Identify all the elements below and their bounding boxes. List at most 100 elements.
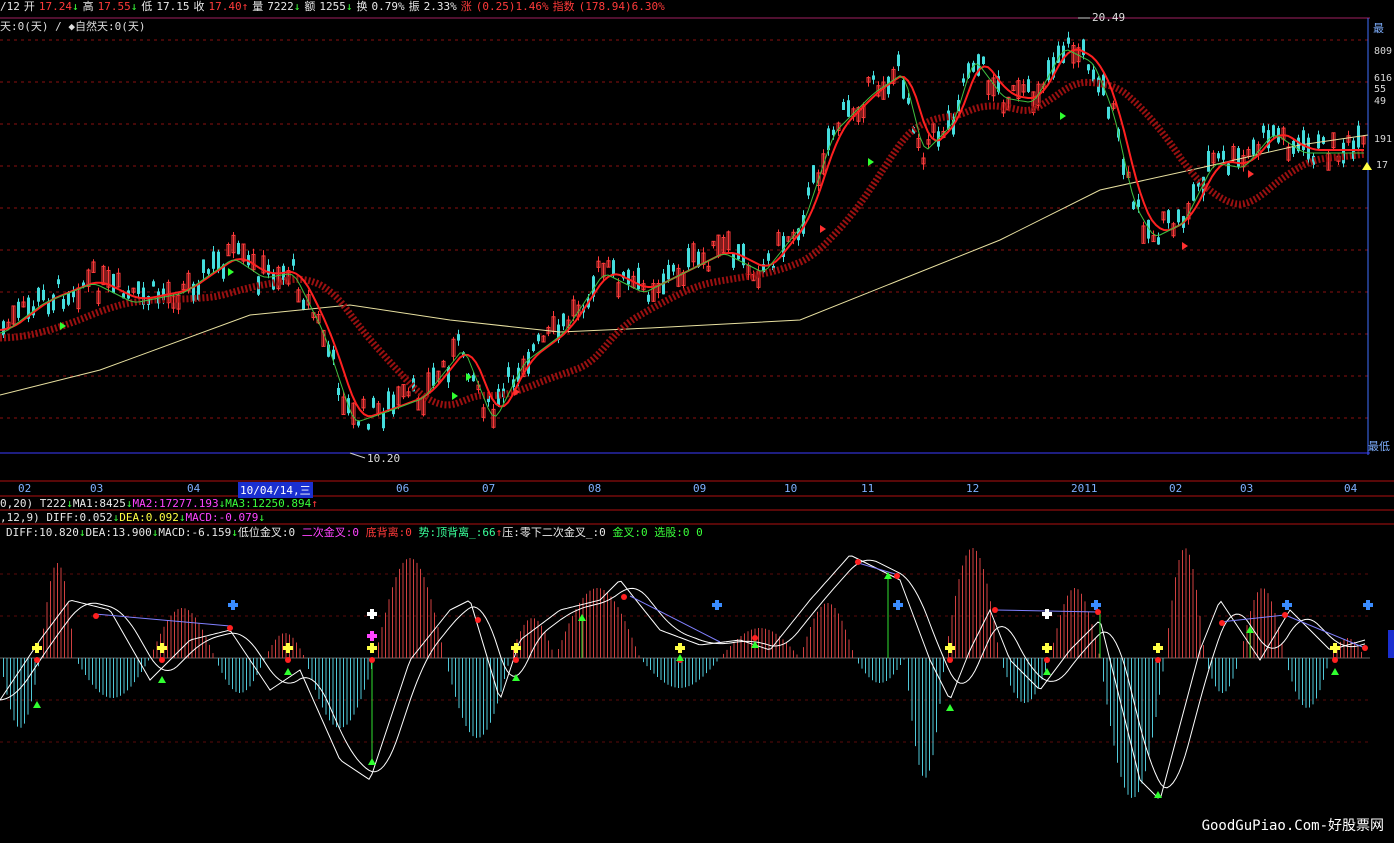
right-axis-1: 809: [1374, 46, 1393, 57]
candle-body: [1157, 237, 1160, 245]
green-up-marker: [512, 674, 520, 681]
date-label: 03: [90, 482, 104, 495]
red-dot-marker: [93, 613, 99, 619]
ind-gold: 金叉:0: [612, 526, 648, 539]
date-label: 06: [396, 482, 410, 495]
signal-arrow: [868, 158, 874, 166]
candle-body: [302, 299, 305, 310]
date-label: 04: [187, 482, 201, 495]
red-dot-marker: [1362, 645, 1368, 651]
candle-body: [202, 259, 205, 273]
signal-arrow: [1248, 170, 1254, 178]
cross-marker: [1363, 603, 1373, 607]
date-label: 11: [861, 482, 875, 495]
green-up-marker: [946, 704, 954, 711]
red-dot-marker: [1282, 612, 1288, 618]
cross-marker: [283, 646, 293, 650]
candle-body: [372, 397, 375, 408]
low-marker-line: [349, 452, 366, 459]
candle-body: [672, 264, 675, 272]
candle-body: [112, 273, 115, 293]
red-dot-marker: [513, 657, 519, 663]
max-label: 最: [1373, 22, 1384, 35]
candle-body: [2, 321, 5, 336]
candlesticks: [2, 31, 1366, 432]
candle-body: [17, 301, 20, 318]
candle-body: [392, 394, 395, 415]
ma-short-green-line: [0, 49, 1364, 422]
date-label: 12: [966, 482, 980, 495]
macd-macd: MACD:-0.079: [185, 511, 259, 524]
red-dot-marker: [1219, 620, 1225, 626]
green-up-marker: [284, 668, 292, 675]
candle-body: [237, 242, 240, 255]
candle-body: [732, 254, 735, 268]
candle-body: [872, 75, 875, 80]
candle-body: [807, 187, 810, 196]
volume-indicator-row: 0,20) T222↓MA1:8425↓MA2:17277.193↓MA3:12…: [0, 497, 318, 510]
candle-body: [842, 101, 845, 110]
ind-pick: 选股:0 0: [654, 526, 703, 539]
signal-indicator-row: DIFF:10.820↓DEA:13.900↓MACD:-6.159↓低位金叉:…: [6, 526, 703, 539]
candle-body: [1292, 140, 1295, 154]
red-dot-marker: [475, 617, 481, 623]
cross-marker: [1042, 646, 1052, 650]
vol-t: T222: [39, 497, 67, 510]
cross-marker: [712, 603, 722, 607]
candle-body: [507, 367, 510, 377]
high-price-label: 20.49: [1092, 11, 1126, 24]
candle-body: [902, 80, 905, 99]
candle-body: [1087, 64, 1090, 71]
cross-marker: [893, 603, 903, 607]
ind-macd: MACD:-6.159: [158, 526, 232, 539]
candle-body: [1262, 125, 1265, 133]
date-label: 07: [482, 482, 496, 495]
date-label: 08: [588, 482, 602, 495]
red-dot-marker: [1332, 657, 1338, 663]
watermark: GoodGuPiao.Com-好股票网: [1201, 818, 1384, 834]
candle-body: [812, 165, 815, 183]
vol-prefix: 0,20): [0, 497, 34, 510]
chart-canvas: [0, 17, 1394, 799]
right-axis-4: 49: [1374, 96, 1387, 107]
candle-body: [1322, 137, 1325, 144]
candle-body: [337, 387, 340, 395]
candle-body: [962, 78, 965, 83]
candle-body: [737, 244, 740, 260]
ind-dea: DEA:13.900: [85, 526, 152, 539]
right-axis-3: 55: [1374, 84, 1387, 95]
signal-arrow: [1182, 242, 1188, 250]
ma-long-line: [0, 134, 1369, 396]
date-axis: 02 03 04 10/04/14,三 06 07 08 09 10 11 12…: [0, 482, 1370, 498]
red-dot-marker: [855, 559, 861, 565]
date-label: 02: [1169, 482, 1183, 495]
candle-body: [1302, 130, 1305, 151]
candle-body: [647, 294, 650, 302]
signal-arrow: [1060, 112, 1066, 120]
right-scroll-marker: [1388, 630, 1394, 658]
right-triangle-marker: [1362, 162, 1372, 170]
candle-body: [57, 279, 60, 285]
red-dot-marker: [34, 657, 40, 663]
candle-body: [207, 269, 210, 274]
candle-body: [1137, 199, 1140, 207]
candle-body: [907, 97, 910, 104]
green-up-marker: [368, 758, 376, 765]
cross-marker: [1282, 603, 1292, 607]
cross-marker: [675, 646, 685, 650]
divergence-line: [1284, 614, 1366, 649]
indicator-markers: [32, 559, 1373, 798]
right-axis-2: 616: [1374, 73, 1393, 84]
candle-body: [357, 421, 360, 426]
cross-marker: [367, 634, 377, 638]
candle-body: [1207, 150, 1210, 172]
cross-marker: [228, 603, 238, 607]
candle-body: [847, 100, 850, 117]
macd-dea: DEA:0.092: [119, 511, 179, 524]
candle-body: [472, 375, 475, 382]
candle-body: [562, 313, 565, 327]
red-dot-marker: [159, 657, 165, 663]
low-price-label: 10.20: [367, 452, 401, 465]
candle-body: [37, 287, 40, 302]
green-up-marker: [1331, 668, 1339, 675]
